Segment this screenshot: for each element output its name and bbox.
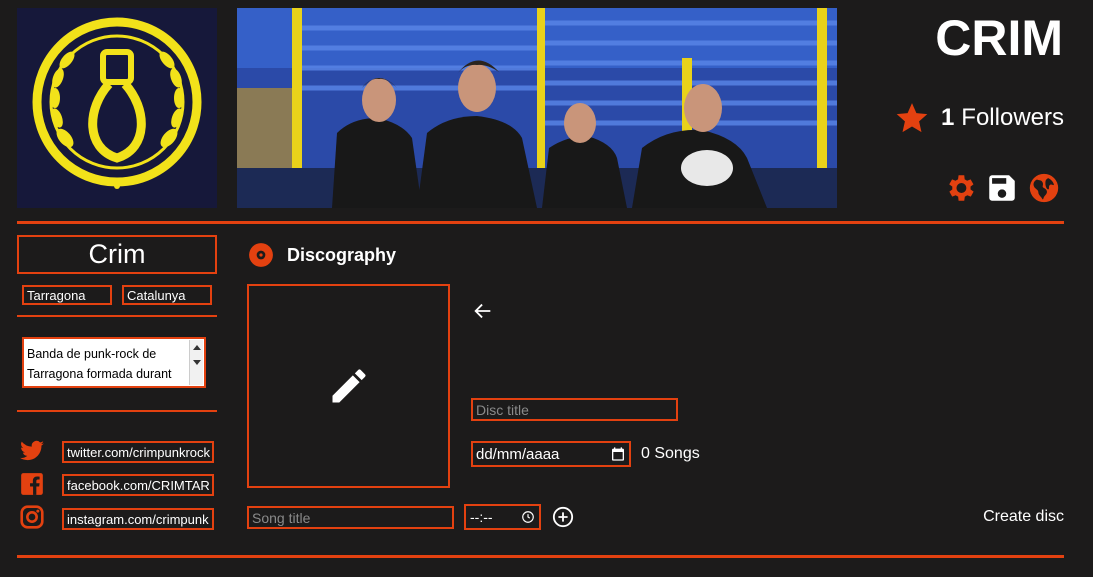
band-logo bbox=[17, 8, 217, 208]
song-duration-input[interactable]: --:-- bbox=[464, 504, 541, 530]
band-title: CRIM bbox=[935, 10, 1063, 66]
divider-top bbox=[17, 221, 1064, 224]
divider-bottom bbox=[17, 555, 1064, 558]
action-bar bbox=[942, 170, 1062, 206]
twitter-input[interactable]: twitter.com/crimpunkrock bbox=[62, 441, 214, 463]
facebook-input[interactable]: facebook.com/CRIMTAR bbox=[62, 474, 214, 496]
discography-title: Discography bbox=[287, 245, 397, 265]
add-song-icon[interactable] bbox=[552, 506, 574, 528]
song-title-input[interactable] bbox=[247, 506, 454, 529]
instagram-icon bbox=[20, 505, 44, 529]
globe-icon bbox=[1029, 173, 1059, 203]
band-name-input[interactable] bbox=[17, 235, 217, 274]
clock-icon[interactable] bbox=[521, 510, 535, 524]
settings-button[interactable] bbox=[942, 170, 978, 206]
bio-textarea[interactable]: Banda de punk-rock de Tarragona formada … bbox=[22, 337, 206, 388]
disc-title-input[interactable] bbox=[471, 398, 678, 421]
divider bbox=[17, 410, 217, 412]
followers-label: Followers bbox=[961, 104, 1064, 131]
create-disc-button[interactable]: Create disc bbox=[983, 507, 1064, 527]
calendar-icon[interactable] bbox=[610, 446, 626, 462]
disc-cover-upload[interactable] bbox=[247, 284, 450, 488]
pencil-icon bbox=[332, 369, 365, 403]
disc-icon bbox=[249, 243, 273, 267]
duration-placeholder: --:-- bbox=[470, 509, 493, 525]
instagram-input[interactable]: instagram.com/crimpunk bbox=[62, 508, 214, 530]
bio-text: Banda de punk-rock de Tarragona formada … bbox=[27, 347, 172, 381]
divider bbox=[17, 315, 217, 317]
scroll-down-icon[interactable] bbox=[193, 360, 201, 365]
date-placeholder: dd/mm/aaaa bbox=[476, 445, 560, 463]
followers-count: 1 bbox=[940, 104, 955, 131]
twitter-icon bbox=[20, 440, 44, 461]
followers-counter: 1 Followers bbox=[895, 98, 1064, 138]
gear-icon bbox=[949, 175, 974, 201]
web-button[interactable] bbox=[1026, 170, 1062, 206]
songs-count: 0 Songs bbox=[641, 445, 700, 462]
disc-date-input[interactable]: dd/mm/aaaa bbox=[471, 441, 631, 467]
back-arrow-icon[interactable] bbox=[472, 300, 494, 322]
region-input[interactable] bbox=[122, 285, 212, 305]
band-photo bbox=[237, 8, 837, 208]
city-input[interactable] bbox=[22, 285, 112, 305]
facebook-icon bbox=[21, 473, 43, 495]
save-icon bbox=[989, 175, 1015, 201]
star-icon[interactable] bbox=[895, 101, 929, 135]
save-button[interactable] bbox=[984, 170, 1020, 206]
bio-scrollbar[interactable] bbox=[189, 340, 203, 385]
scroll-up-icon[interactable] bbox=[193, 345, 201, 350]
